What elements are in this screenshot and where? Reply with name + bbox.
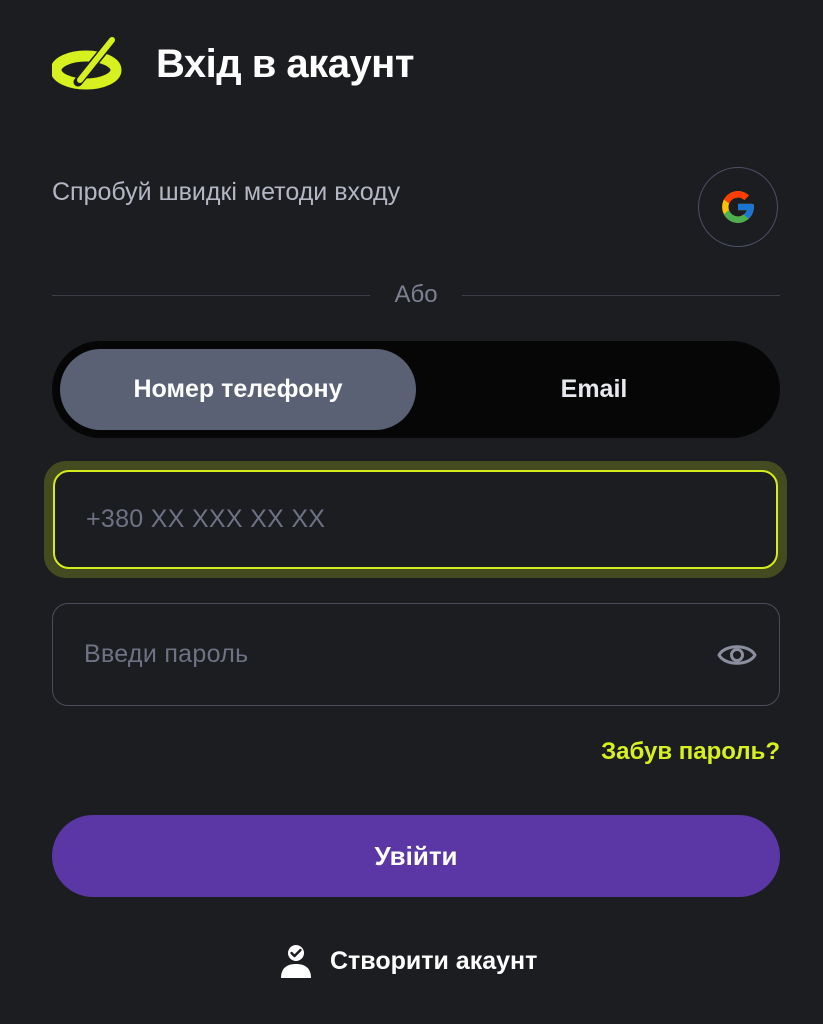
google-login-button[interactable] (698, 167, 778, 247)
phone-input[interactable]: +380 XX XXX XX XX (53, 470, 778, 569)
password-input[interactable]: Введи пароль (52, 603, 780, 706)
forgot-password-link[interactable]: Забув пароль? (601, 737, 780, 767)
divider-label: Або (394, 281, 438, 308)
phone-input-placeholder: +380 XX XXX XX XX (86, 505, 326, 533)
login-method-toggle: Номер телефону Email (52, 341, 780, 438)
tab-email[interactable]: Email (416, 349, 772, 430)
create-account-label: Створити акаунт (330, 946, 538, 975)
divider-line-left (52, 295, 370, 296)
tab-email-label: Email (560, 375, 628, 403)
google-icon (722, 191, 754, 223)
brand-logo-icon (50, 33, 126, 90)
password-input-placeholder: Введи пароль (84, 640, 249, 668)
tab-phone-number-label: Номер телефону (133, 375, 343, 403)
user-check-icon (281, 945, 311, 978)
divider-line-right (462, 295, 780, 296)
tab-phone-number[interactable]: Номер телефону (60, 349, 416, 430)
create-account-link[interactable]: Створити акаунт (280, 940, 537, 982)
login-button-label: Увійти (374, 840, 458, 871)
quick-login-hint: Спробуй швидкі методи входу (52, 178, 401, 206)
page-title: Вхід в акаунт (156, 42, 414, 86)
login-button[interactable]: Увійти (52, 815, 780, 897)
show-password-button[interactable] (716, 634, 758, 676)
eye-icon (717, 645, 757, 665)
